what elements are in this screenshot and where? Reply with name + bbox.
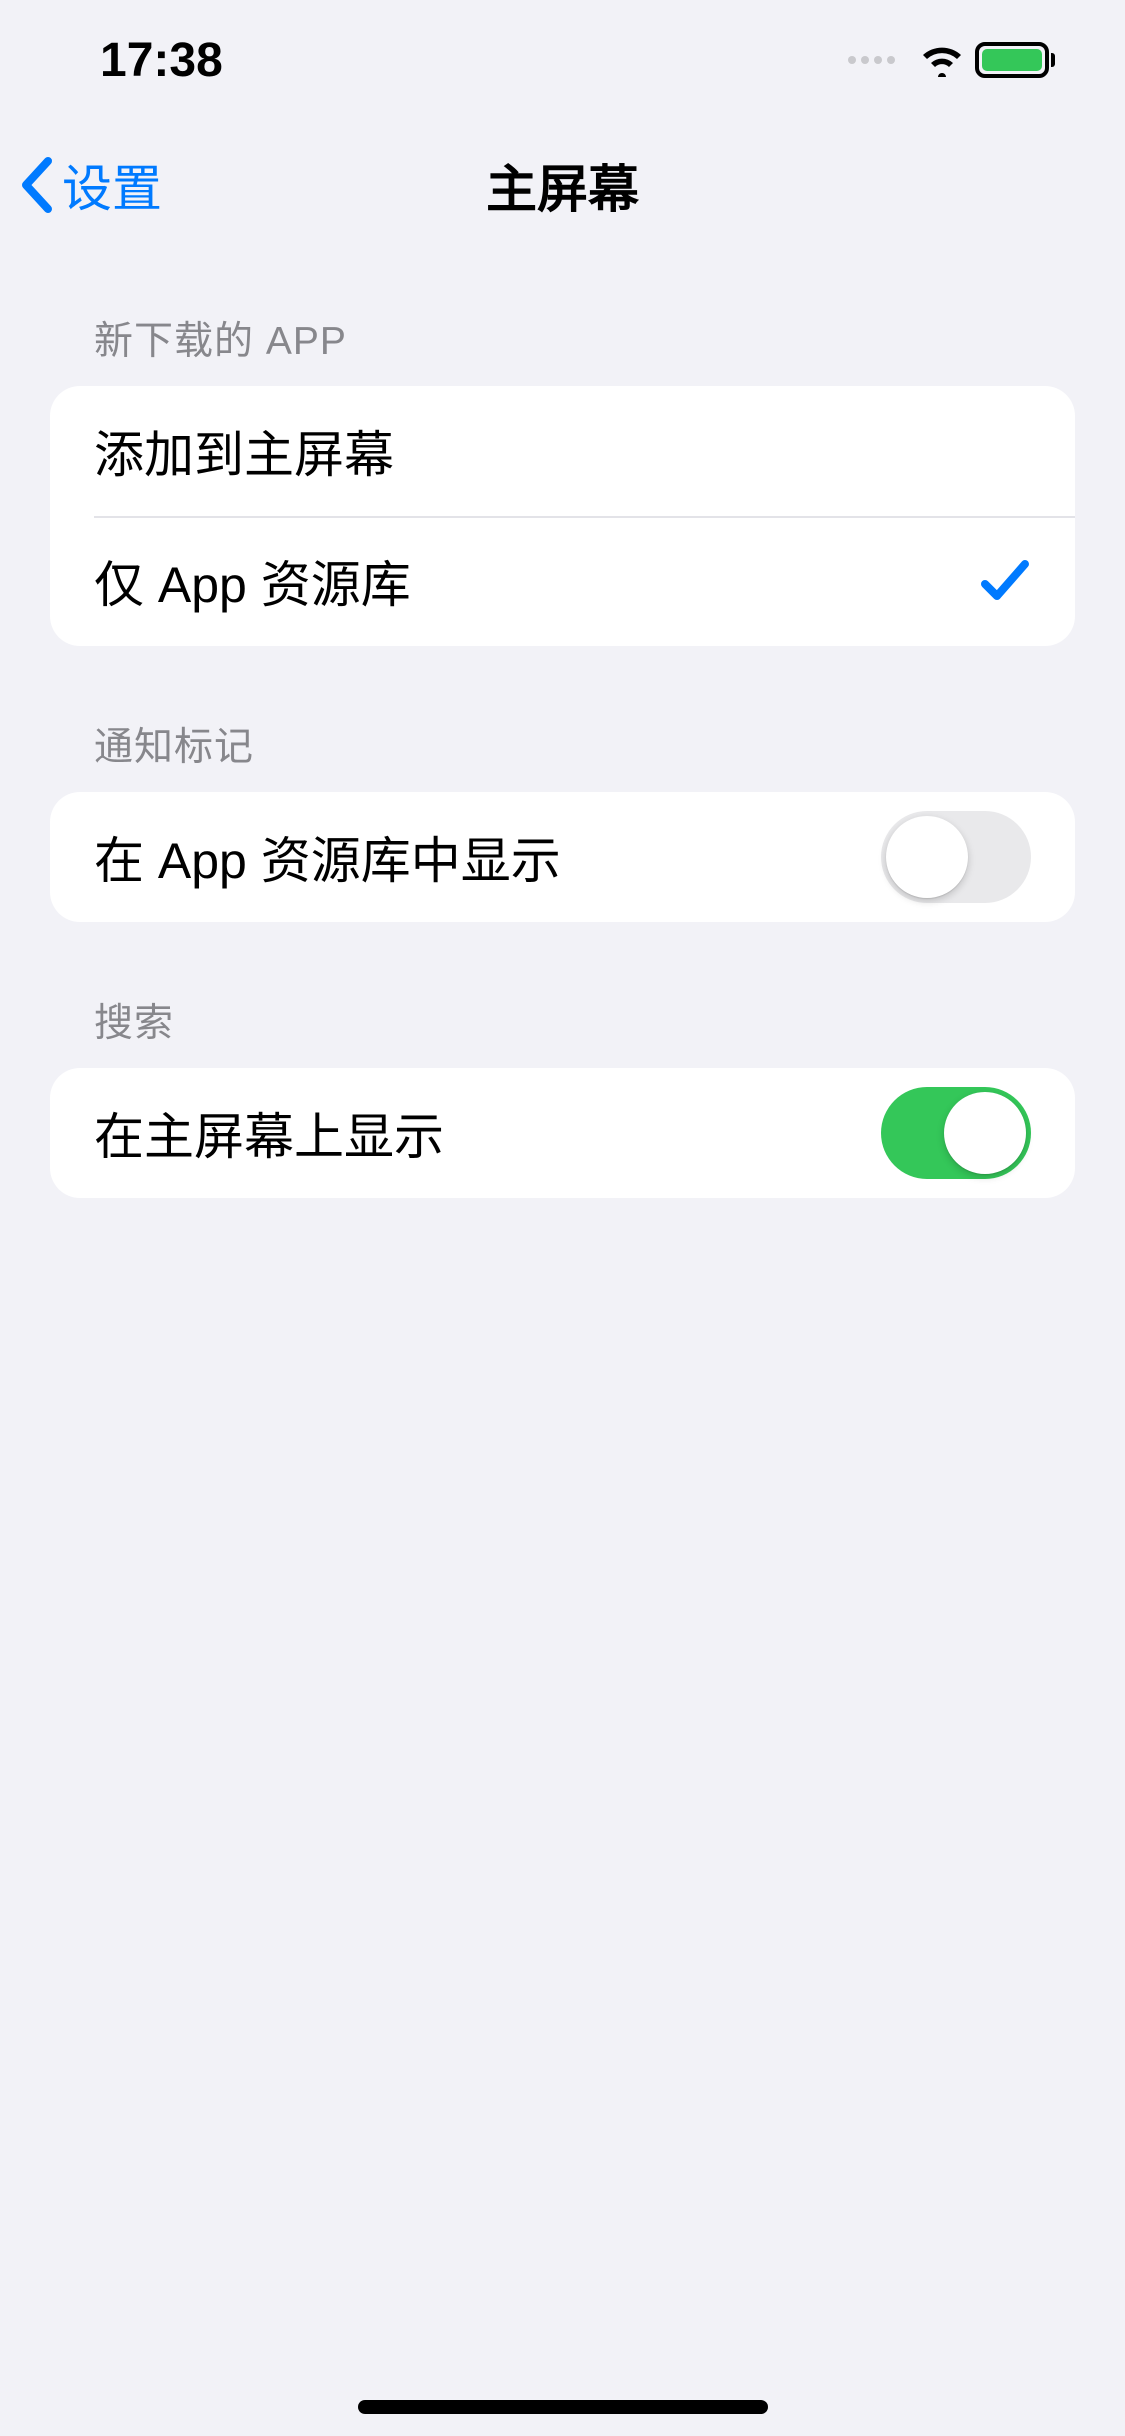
- row-show-in-app-library: 在 App 资源库中显示: [50, 792, 1075, 922]
- row-show-on-home-screen: 在主屏幕上显示: [50, 1068, 1075, 1198]
- section-header-new-apps: 新下载的 APP: [0, 310, 1125, 386]
- checkmark-icon: [979, 556, 1031, 606]
- toggle-show-in-app-library[interactable]: [881, 811, 1031, 903]
- home-indicator: [358, 2400, 768, 2414]
- option-label: 添加到主屏幕: [94, 415, 394, 487]
- group-badges: 在 App 资源库中显示: [50, 792, 1075, 922]
- battery-icon: [975, 42, 1055, 78]
- section-header-badges: 通知标记: [0, 716, 1125, 792]
- group-new-apps: 添加到主屏幕 仅 App 资源库: [50, 386, 1075, 646]
- row-label: 在主屏幕上显示: [94, 1097, 444, 1169]
- option-label: 仅 App 资源库: [94, 545, 411, 617]
- status-time: 17:38: [100, 33, 223, 88]
- wifi-icon: [919, 43, 965, 77]
- status-bar: 17:38: [0, 0, 1125, 120]
- back-label: 设置: [62, 149, 162, 221]
- group-search: 在主屏幕上显示: [50, 1068, 1075, 1198]
- option-add-to-home[interactable]: 添加到主屏幕: [50, 386, 1075, 516]
- chevron-left-icon: [18, 155, 56, 215]
- toggle-show-on-home-screen[interactable]: [881, 1087, 1031, 1179]
- status-right: [848, 42, 1055, 78]
- section-header-search: 搜索: [0, 992, 1125, 1068]
- signal-dots-icon: [848, 56, 895, 64]
- nav-bar: 设置 主屏幕: [0, 120, 1125, 250]
- option-app-library-only[interactable]: 仅 App 资源库: [50, 516, 1075, 646]
- row-label: 在 App 资源库中显示: [94, 821, 561, 893]
- back-button[interactable]: 设置: [18, 149, 162, 221]
- content: 新下载的 APP 添加到主屏幕 仅 App 资源库 通知标记 在 App 资源库…: [0, 250, 1125, 1198]
- page-title: 主屏幕: [0, 148, 1125, 222]
